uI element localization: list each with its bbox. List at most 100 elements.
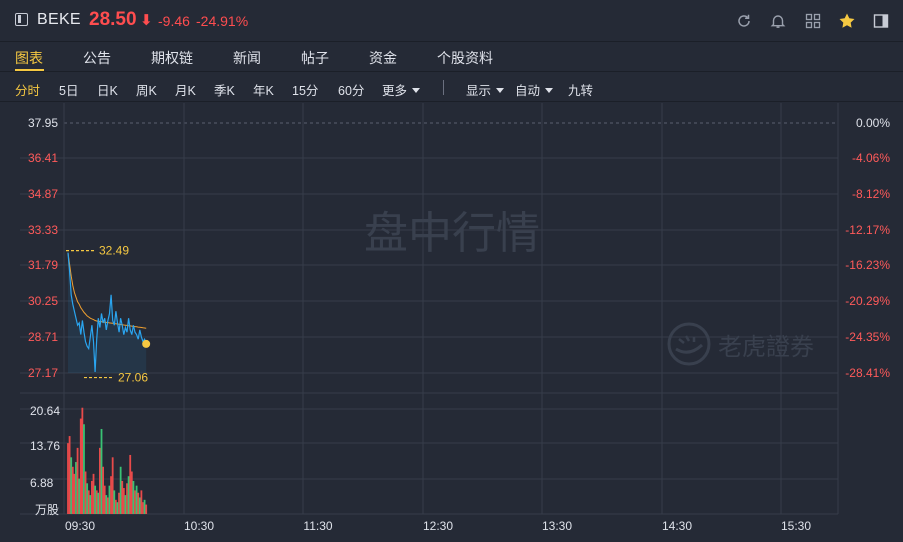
percent-tick-label: -8.12%: [852, 187, 890, 201]
volume-bar: [108, 485, 111, 514]
volume-bar: [67, 443, 69, 514]
volume-bar: [86, 483, 89, 514]
volume-bar: [89, 495, 92, 514]
volume-tick-label: 6.88: [30, 476, 54, 490]
volume-bar: [110, 476, 112, 514]
volume-bar: [70, 457, 73, 514]
percent-tick-label: -16.23%: [845, 258, 890, 272]
intraday-chart[interactable]: 盘中行情 老虎證券 37.95 36.41 34.87 33.33 31.79 30.25…: [0, 103, 903, 542]
display-dropdown[interactable]: 显示: [466, 80, 505, 99]
period-5day[interactable]: 5日: [59, 80, 78, 99]
last-price-marker: [142, 339, 151, 348]
price-tick-label: 30.25: [28, 294, 58, 308]
tab-news[interactable]: 新闻: [233, 48, 261, 68]
watermark-brand: 老虎證券: [718, 333, 814, 361]
period-15min[interactable]: 15分: [292, 80, 318, 99]
tab-announcements[interactable]: 公告: [83, 48, 111, 68]
period-60min[interactable]: 60分: [338, 80, 364, 99]
period-daily-k[interactable]: 日K: [97, 80, 118, 99]
volume-bar: [97, 492, 100, 514]
volume-unit-label: 万股: [35, 503, 59, 517]
volume-tick-label: 13.76: [30, 439, 60, 453]
chevron-down-icon: [496, 88, 505, 94]
tab-company-profile[interactable]: 个股资料: [437, 48, 493, 68]
percent-tick-label: 0.00%: [856, 116, 890, 130]
bell-icon[interactable]: [769, 12, 787, 30]
volume-bar: [100, 428, 103, 514]
percent-tick-label: -20.29%: [845, 294, 890, 308]
volume-bars: [67, 407, 148, 514]
volume-bar: [114, 499, 117, 514]
percent-tick-label: -4.06%: [852, 151, 890, 165]
tab-options-chain[interactable]: 期权链: [151, 48, 193, 68]
volume-bar: [113, 490, 116, 514]
price-area: [68, 252, 147, 373]
time-tick-label: 15:30: [781, 519, 811, 533]
active-tab-indicator: [15, 69, 44, 71]
volume-bar: [119, 466, 122, 514]
tab-posts[interactable]: 帖子: [301, 48, 329, 68]
price-tick-label: 36.41: [28, 151, 58, 165]
volume-bar: [92, 473, 95, 514]
more-periods-dropdown[interactable]: 更多: [382, 80, 421, 99]
volume-bar: [124, 495, 127, 514]
volume-bar: [79, 418, 82, 514]
period-yearly-k[interactable]: 年K: [253, 80, 274, 99]
section-tabs: 图表 公告 期权链 新闻 帖子 资金 个股资料: [0, 42, 903, 72]
period-quarterly-k[interactable]: 季K: [214, 80, 235, 99]
volume-bar: [140, 490, 143, 514]
time-tick-label: 10:30: [184, 519, 214, 533]
volume-bar: [118, 492, 120, 514]
volume-bar: [68, 436, 71, 514]
tab-chart[interactable]: 图表: [15, 48, 43, 68]
volume-tick-label: 20.64: [30, 404, 60, 418]
volume-bar: [106, 497, 109, 514]
price-axis: 37.95 36.41 34.87 33.33 31.79 30.25 28.71 27.17: [28, 116, 58, 380]
volume-bar: [121, 480, 124, 514]
percent-tick-label: -28.41%: [845, 366, 890, 380]
volume-bar: [132, 480, 135, 514]
tab-capital-flow[interactable]: 资金: [369, 48, 397, 68]
volume-bar: [105, 495, 108, 514]
volume-bar: [76, 447, 79, 514]
side-panel-icon[interactable]: [872, 12, 890, 30]
sidebar-toggle-icon[interactable]: [15, 13, 28, 26]
volume-bar: [138, 497, 141, 514]
volume-bar: [103, 485, 106, 514]
auto-scale-dropdown[interactable]: 自动: [515, 80, 554, 99]
chart-grid: [20, 103, 839, 515]
price-tick-label: 31.79: [28, 258, 58, 272]
star-favorite-icon[interactable]: [838, 12, 856, 30]
refresh-icon[interactable]: [735, 12, 753, 30]
volume-bar: [83, 424, 85, 514]
percent-tick-label: -12.17%: [845, 223, 890, 237]
price-down-arrow-icon: ⬇: [140, 12, 153, 29]
time-tick-label: 11:30: [303, 519, 332, 533]
volume-axis: 20.64 13.76 6.88 万股: [30, 404, 60, 517]
average-price-line: [67, 252, 147, 329]
volume-bar: [134, 490, 136, 514]
time-tick-label: 12:30: [423, 519, 453, 533]
price-tick-label: 27.17: [28, 366, 58, 380]
volume-bar: [126, 483, 128, 514]
chevron-down-icon: [412, 88, 421, 94]
volume-bar: [102, 466, 104, 514]
high-price-label: 32.49: [99, 244, 129, 258]
price-tick-label: 37.95: [28, 116, 58, 130]
volume-bar: [94, 485, 97, 514]
volume-bar: [122, 488, 125, 514]
low-price-label: 27.06: [118, 371, 148, 385]
display-label: 显示: [466, 84, 492, 98]
chevron-down-icon: [545, 88, 554, 94]
period-intraday[interactable]: 分时: [15, 80, 40, 99]
grid-layout-icon[interactable]: [804, 12, 822, 30]
volume-bar: [91, 480, 93, 514]
td-sequential-toggle[interactable]: 九转: [568, 80, 593, 99]
period-monthly-k[interactable]: 月K: [175, 80, 196, 99]
price-change-percent: -24.91%: [196, 13, 249, 29]
volume-bar: [84, 471, 87, 514]
auto-label: 自动: [515, 84, 541, 98]
toolbar-divider: [443, 80, 444, 95]
period-weekly-k[interactable]: 周K: [136, 80, 157, 99]
volume-bar: [116, 502, 119, 514]
